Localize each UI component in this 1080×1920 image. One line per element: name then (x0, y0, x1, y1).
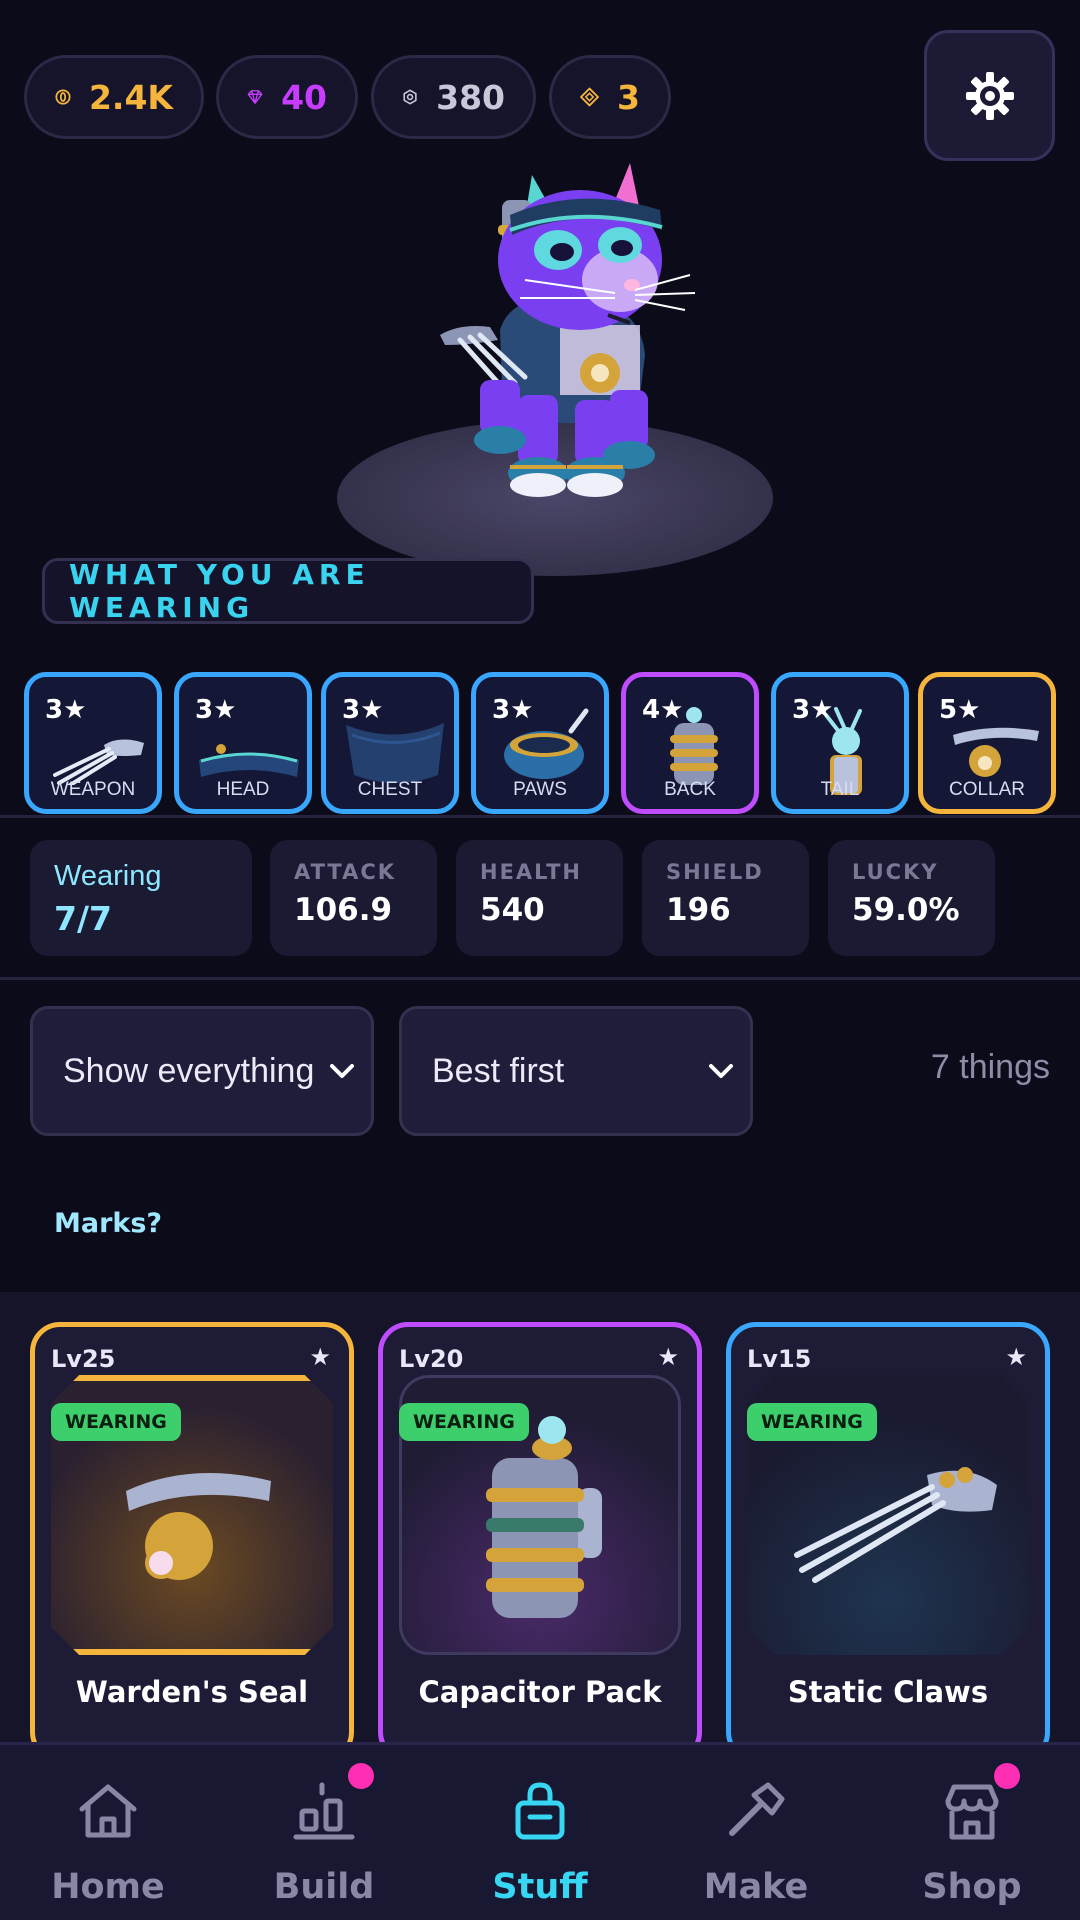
filter-select[interactable]: Show everything (30, 1006, 374, 1136)
item-level: Lv25 (51, 1345, 116, 1373)
slot-stars: 3★ (342, 695, 384, 725)
favorite-star-icon[interactable]: ★ (1005, 1343, 1027, 1371)
nav-label: Make (703, 1867, 809, 1907)
build-icon (293, 1782, 355, 1840)
nav-make[interactable]: Make (648, 1745, 864, 1920)
stat-value: 59.0% (852, 892, 960, 928)
stat-key: HEALTH (480, 860, 582, 884)
favorite-star-icon[interactable]: ★ (309, 1343, 331, 1371)
wearing-label: Wearing (54, 860, 162, 892)
wearing-count: 7/7 (54, 899, 112, 938)
wearing-badge: WEARING (51, 1403, 181, 1441)
settings-button[interactable] (924, 30, 1055, 161)
coins-counter[interactable]: 2.4K (24, 55, 204, 139)
wearing-badge: WEARING (747, 1403, 877, 1441)
wearing-badge: WEARING (399, 1403, 529, 1441)
item-level: Lv15 (747, 1345, 812, 1373)
nav-label: Stuff (492, 1867, 588, 1907)
coin-icon (55, 89, 71, 105)
divider (0, 977, 1080, 980)
sort-value: Best first (432, 1051, 565, 1090)
slot-stars: 3★ (195, 695, 237, 725)
slot-label: COLLAR (948, 779, 1026, 800)
slot-head[interactable]: 3★ HEAD (174, 672, 312, 814)
notification-dot (994, 1763, 1020, 1789)
notification-dot (348, 1763, 374, 1789)
wearing-summary: Wearing 7/7 (30, 840, 252, 956)
slot-label: CHEST (357, 779, 423, 800)
hammer-icon (729, 1782, 785, 1836)
item-card[interactable]: Lv15 ★ WEARING Static Claws (726, 1322, 1050, 1762)
character-model[interactable] (440, 155, 700, 515)
tokens-value: 3 (617, 77, 640, 117)
stat-value: 540 (480, 892, 545, 928)
slot-back[interactable]: 4★ BACK (621, 672, 759, 814)
slot-collar[interactable]: 5★ COLLAR (918, 672, 1056, 814)
gem-icon (247, 90, 263, 104)
nav-build[interactable]: Build (216, 1745, 432, 1920)
slot-stars: 3★ (492, 695, 534, 725)
slot-tail[interactable]: 3★ TAIL (771, 672, 909, 814)
shop-icon (945, 1784, 999, 1840)
stat-value: 106.9 (294, 892, 393, 928)
stat-key: ATTACK (294, 860, 397, 884)
gems-value: 40 (281, 77, 327, 117)
slot-label: TAIL (820, 779, 860, 800)
filter-value: Show everything (63, 1051, 315, 1090)
stat-attack: ATTACK 106.9 (270, 840, 437, 956)
stat-shield: SHIELD 196 (642, 840, 809, 956)
nav-label: Build (273, 1867, 375, 1907)
stat-key: LUCKY (852, 860, 939, 884)
item-count: 7 things (930, 1048, 1050, 1086)
item-name: Static Claws (787, 1675, 989, 1709)
slot-label: WEAPON (50, 779, 136, 800)
tokens-counter[interactable]: 3 (549, 55, 671, 139)
bag-icon (515, 1782, 565, 1840)
coins-value: 2.4K (88, 77, 173, 117)
hex-nut-icon (403, 89, 417, 105)
nav-label: Home (51, 1867, 165, 1907)
gems-counter[interactable]: 40 (216, 55, 358, 139)
stat-key: SHIELD (666, 860, 764, 884)
divider (0, 815, 1080, 818)
item-level: Lv20 (399, 1345, 464, 1373)
gear-icon (965, 71, 1014, 120)
slot-weapon[interactable]: 3★ WEAPON (24, 672, 162, 814)
slot-chest[interactable]: 3★ CHEST (321, 672, 459, 814)
bottom-nav: Home Build Stuff Make Shop (0, 1742, 1080, 1920)
slot-stars: 3★ (45, 695, 87, 725)
slot-stars: 5★ (939, 695, 981, 725)
bolts-value: 380 (436, 77, 505, 117)
nav-stuff[interactable]: Stuff (432, 1745, 648, 1920)
sort-select[interactable]: Best first (399, 1006, 753, 1136)
nav-shop[interactable]: Shop (864, 1745, 1080, 1920)
item-card[interactable]: Lv25 ★ WEARING Warden's Seal (30, 1322, 354, 1762)
house-icon (79, 1784, 137, 1838)
marks-help-link[interactable]: Marks? (54, 1208, 162, 1239)
slot-paws[interactable]: 3★ PAWS (471, 672, 609, 814)
stat-value: 196 (666, 892, 731, 928)
favorite-star-icon[interactable]: ★ (657, 1343, 679, 1371)
nav-home[interactable]: Home (0, 1745, 216, 1920)
wearing-section-title: WHAT YOU ARE WEARING (42, 558, 534, 624)
item-name: Capacitor Pack (418, 1675, 662, 1709)
slot-stars: 3★ (792, 695, 834, 725)
bolts-counter[interactable]: 380 (371, 55, 536, 139)
slot-label: PAWS (513, 779, 567, 800)
stat-health: HEALTH 540 (456, 840, 623, 956)
slot-stars: 4★ (642, 695, 684, 725)
slot-label: BACK (664, 779, 716, 800)
chevron-down-icon (709, 1064, 733, 1078)
slot-label: HEAD (216, 779, 270, 800)
chevron-down-icon (330, 1064, 354, 1078)
nav-label: Shop (922, 1867, 1022, 1907)
item-name: Warden's Seal (75, 1675, 309, 1709)
diamond-token-icon (580, 87, 599, 107)
item-card[interactable]: Lv20 ★ WEARING Capacitor Pack (378, 1322, 702, 1762)
stat-lucky: LUCKY 59.0% (828, 840, 995, 956)
